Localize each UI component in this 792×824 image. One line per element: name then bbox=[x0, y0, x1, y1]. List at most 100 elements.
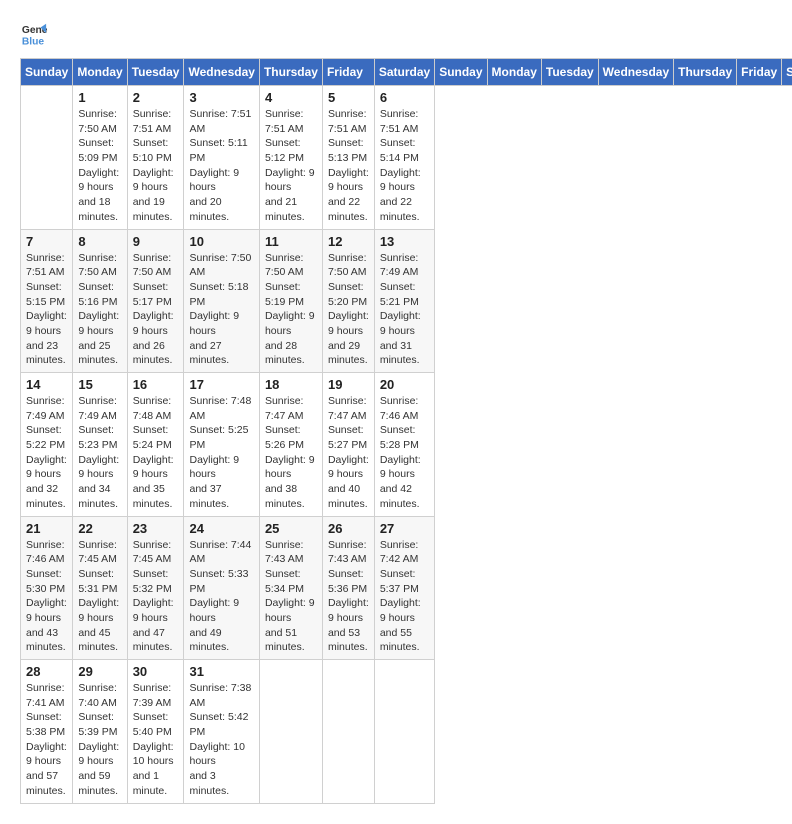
header-wednesday: Wednesday bbox=[184, 59, 259, 86]
day-number: 15 bbox=[78, 377, 121, 392]
day-number: 13 bbox=[380, 234, 429, 249]
day-info: Sunrise: 7:45 AM Sunset: 5:31 PM Dayligh… bbox=[78, 538, 121, 656]
header-thursday: Thursday bbox=[259, 59, 322, 86]
col-header-saturday: Saturday bbox=[782, 59, 792, 86]
day-number: 1 bbox=[78, 90, 121, 105]
day-info: Sunrise: 7:46 AM Sunset: 5:28 PM Dayligh… bbox=[380, 394, 429, 512]
day-info: Sunrise: 7:49 AM Sunset: 5:23 PM Dayligh… bbox=[78, 394, 121, 512]
day-info: Sunrise: 7:51 AM Sunset: 5:14 PM Dayligh… bbox=[380, 107, 429, 225]
calendar-cell: 20Sunrise: 7:46 AM Sunset: 5:28 PM Dayli… bbox=[374, 373, 434, 517]
col-header-thursday: Thursday bbox=[674, 59, 737, 86]
header-friday: Friday bbox=[322, 59, 374, 86]
calendar-cell: 24 Sunrise: 7:44 AM Sunset: 5:33 PM Dayli… bbox=[184, 516, 259, 660]
col-header-friday: Friday bbox=[737, 59, 782, 86]
day-info: Sunrise: 7:50 AM Sunset: 5:09 PM Dayligh… bbox=[78, 107, 121, 225]
day-number: 28 bbox=[26, 664, 67, 679]
week-row-2: 7 Sunrise: 7:51 AM Sunset: 5:15 PM Daylig… bbox=[21, 229, 792, 373]
week-row-5: 28 Sunrise: 7:41 AM Sunset: 5:38 PM Dayli… bbox=[21, 660, 792, 804]
day-number: 30 bbox=[133, 664, 179, 679]
day-info: Sunrise: 7:38 AM Sunset: 5:42 PM Dayligh… bbox=[189, 681, 253, 799]
calendar-cell: 19Sunrise: 7:47 AM Sunset: 5:27 PM Dayli… bbox=[322, 373, 374, 517]
day-number: 31 bbox=[189, 664, 253, 679]
day-number: 24 bbox=[189, 521, 253, 536]
day-info: Sunrise: 7:50 AM Sunset: 5:20 PM Dayligh… bbox=[328, 251, 369, 369]
day-number: 9 bbox=[133, 234, 179, 249]
day-info: Sunrise: 7:48 AM Sunset: 5:24 PM Dayligh… bbox=[133, 394, 179, 512]
day-info: Sunrise: 7:51 AM Sunset: 5:11 PM Dayligh… bbox=[189, 107, 253, 225]
col-header-wednesday: Wednesday bbox=[598, 59, 673, 86]
calendar-cell: 23Sunrise: 7:45 AM Sunset: 5:32 PM Dayli… bbox=[127, 516, 184, 660]
day-info: Sunrise: 7:51 AM Sunset: 5:15 PM Dayligh… bbox=[26, 251, 67, 369]
day-number: 3 bbox=[189, 90, 253, 105]
calendar-cell bbox=[374, 660, 434, 804]
col-header-sunday: Sunday bbox=[435, 59, 487, 86]
calendar-cell: 17 Sunrise: 7:48 AM Sunset: 5:25 PM Dayli… bbox=[184, 373, 259, 517]
day-number: 6 bbox=[380, 90, 429, 105]
logo-icon: General Blue bbox=[20, 20, 48, 48]
calendar-cell: 16Sunrise: 7:48 AM Sunset: 5:24 PM Dayli… bbox=[127, 373, 184, 517]
day-info: Sunrise: 7:50 AM Sunset: 5:16 PM Dayligh… bbox=[78, 251, 121, 369]
day-info: Sunrise: 7:46 AM Sunset: 5:30 PM Dayligh… bbox=[26, 538, 67, 656]
calendar-cell: 28 Sunrise: 7:41 AM Sunset: 5:38 PM Dayli… bbox=[21, 660, 73, 804]
day-info: Sunrise: 7:50 AM Sunset: 5:18 PM Dayligh… bbox=[189, 251, 253, 369]
calendar-cell: 21 Sunrise: 7:46 AM Sunset: 5:30 PM Dayli… bbox=[21, 516, 73, 660]
col-header-monday: Monday bbox=[487, 59, 541, 86]
day-number: 17 bbox=[189, 377, 253, 392]
header-tuesday: Tuesday bbox=[127, 59, 184, 86]
header-sunday: Sunday bbox=[21, 59, 73, 86]
day-number: 12 bbox=[328, 234, 369, 249]
day-number: 14 bbox=[26, 377, 67, 392]
day-info: Sunrise: 7:51 AM Sunset: 5:13 PM Dayligh… bbox=[328, 107, 369, 225]
calendar-cell: 8 Sunrise: 7:50 AM Sunset: 5:16 PM Daylig… bbox=[73, 229, 127, 373]
day-info: Sunrise: 7:47 AM Sunset: 5:27 PM Dayligh… bbox=[328, 394, 369, 512]
day-info: Sunrise: 7:50 AM Sunset: 5:19 PM Dayligh… bbox=[265, 251, 317, 369]
calendar-cell bbox=[322, 660, 374, 804]
header-saturday: Saturday bbox=[374, 59, 434, 86]
day-number: 7 bbox=[26, 234, 67, 249]
calendar-cell: 11 Sunrise: 7:50 AM Sunset: 5:19 PM Dayli… bbox=[259, 229, 322, 373]
calendar-cell: 14 Sunrise: 7:49 AM Sunset: 5:22 PM Dayli… bbox=[21, 373, 73, 517]
day-info: Sunrise: 7:43 AM Sunset: 5:34 PM Dayligh… bbox=[265, 538, 317, 656]
day-number: 4 bbox=[265, 90, 317, 105]
calendar-cell bbox=[259, 660, 322, 804]
calendar-cell: 25Sunrise: 7:43 AM Sunset: 5:34 PM Dayli… bbox=[259, 516, 322, 660]
calendar-cell: 27Sunrise: 7:42 AM Sunset: 5:37 PM Dayli… bbox=[374, 516, 434, 660]
week-row-1: 1 Sunrise: 7:50 AM Sunset: 5:09 PM Daylig… bbox=[21, 86, 792, 230]
week-row-4: 21 Sunrise: 7:46 AM Sunset: 5:30 PM Dayli… bbox=[21, 516, 792, 660]
day-info: Sunrise: 7:51 AM Sunset: 5:10 PM Dayligh… bbox=[133, 107, 179, 225]
day-number: 8 bbox=[78, 234, 121, 249]
calendar-cell: 4 Sunrise: 7:51 AM Sunset: 5:12 PM Daylig… bbox=[259, 86, 322, 230]
day-info: Sunrise: 7:49 AM Sunset: 5:21 PM Dayligh… bbox=[380, 251, 429, 369]
calendar-cell: 9Sunrise: 7:50 AM Sunset: 5:17 PM Daylig… bbox=[127, 229, 184, 373]
calendar-cell: 1 Sunrise: 7:50 AM Sunset: 5:09 PM Daylig… bbox=[73, 86, 127, 230]
day-info: Sunrise: 7:39 AM Sunset: 5:40 PM Dayligh… bbox=[133, 681, 179, 799]
calendar-table: SundayMondayTuesdayWednesdayThursdayFrid… bbox=[20, 58, 792, 804]
day-info: Sunrise: 7:49 AM Sunset: 5:22 PM Dayligh… bbox=[26, 394, 67, 512]
day-info: Sunrise: 7:47 AM Sunset: 5:26 PM Dayligh… bbox=[265, 394, 317, 512]
calendar-cell: 7 Sunrise: 7:51 AM Sunset: 5:15 PM Daylig… bbox=[21, 229, 73, 373]
header-monday: Monday bbox=[73, 59, 127, 86]
calendar-cell: 13 Sunrise: 7:49 AM Sunset: 5:21 PM Dayli… bbox=[374, 229, 434, 373]
day-number: 18 bbox=[265, 377, 317, 392]
day-number: 11 bbox=[265, 234, 317, 249]
day-number: 10 bbox=[189, 234, 253, 249]
calendar-header-row: SundayMondayTuesdayWednesdayThursdayFrid… bbox=[21, 59, 792, 86]
calendar-cell: 26 Sunrise: 7:43 AM Sunset: 5:36 PM Dayli… bbox=[322, 516, 374, 660]
day-info: Sunrise: 7:41 AM Sunset: 5:38 PM Dayligh… bbox=[26, 681, 67, 799]
day-number: 5 bbox=[328, 90, 369, 105]
calendar-cell: 5 Sunrise: 7:51 AM Sunset: 5:13 PM Daylig… bbox=[322, 86, 374, 230]
svg-text:Blue: Blue bbox=[22, 36, 45, 47]
day-number: 27 bbox=[380, 521, 429, 536]
calendar-cell: 30 Sunrise: 7:39 AM Sunset: 5:40 PM Dayli… bbox=[127, 660, 184, 804]
day-info: Sunrise: 7:43 AM Sunset: 5:36 PM Dayligh… bbox=[328, 538, 369, 656]
day-info: Sunrise: 7:44 AM Sunset: 5:33 PM Dayligh… bbox=[189, 538, 253, 656]
day-info: Sunrise: 7:51 AM Sunset: 5:12 PM Dayligh… bbox=[265, 107, 317, 225]
day-number: 21 bbox=[26, 521, 67, 536]
day-number: 2 bbox=[133, 90, 179, 105]
calendar-cell: 10 Sunrise: 7:50 AM Sunset: 5:18 PM Dayli… bbox=[184, 229, 259, 373]
calendar-cell: 22Sunrise: 7:45 AM Sunset: 5:31 PM Dayli… bbox=[73, 516, 127, 660]
day-info: Sunrise: 7:48 AM Sunset: 5:25 PM Dayligh… bbox=[189, 394, 253, 512]
calendar-cell: 18 Sunrise: 7:47 AM Sunset: 5:26 PM Dayli… bbox=[259, 373, 322, 517]
col-header-tuesday: Tuesday bbox=[541, 59, 598, 86]
day-number: 26 bbox=[328, 521, 369, 536]
